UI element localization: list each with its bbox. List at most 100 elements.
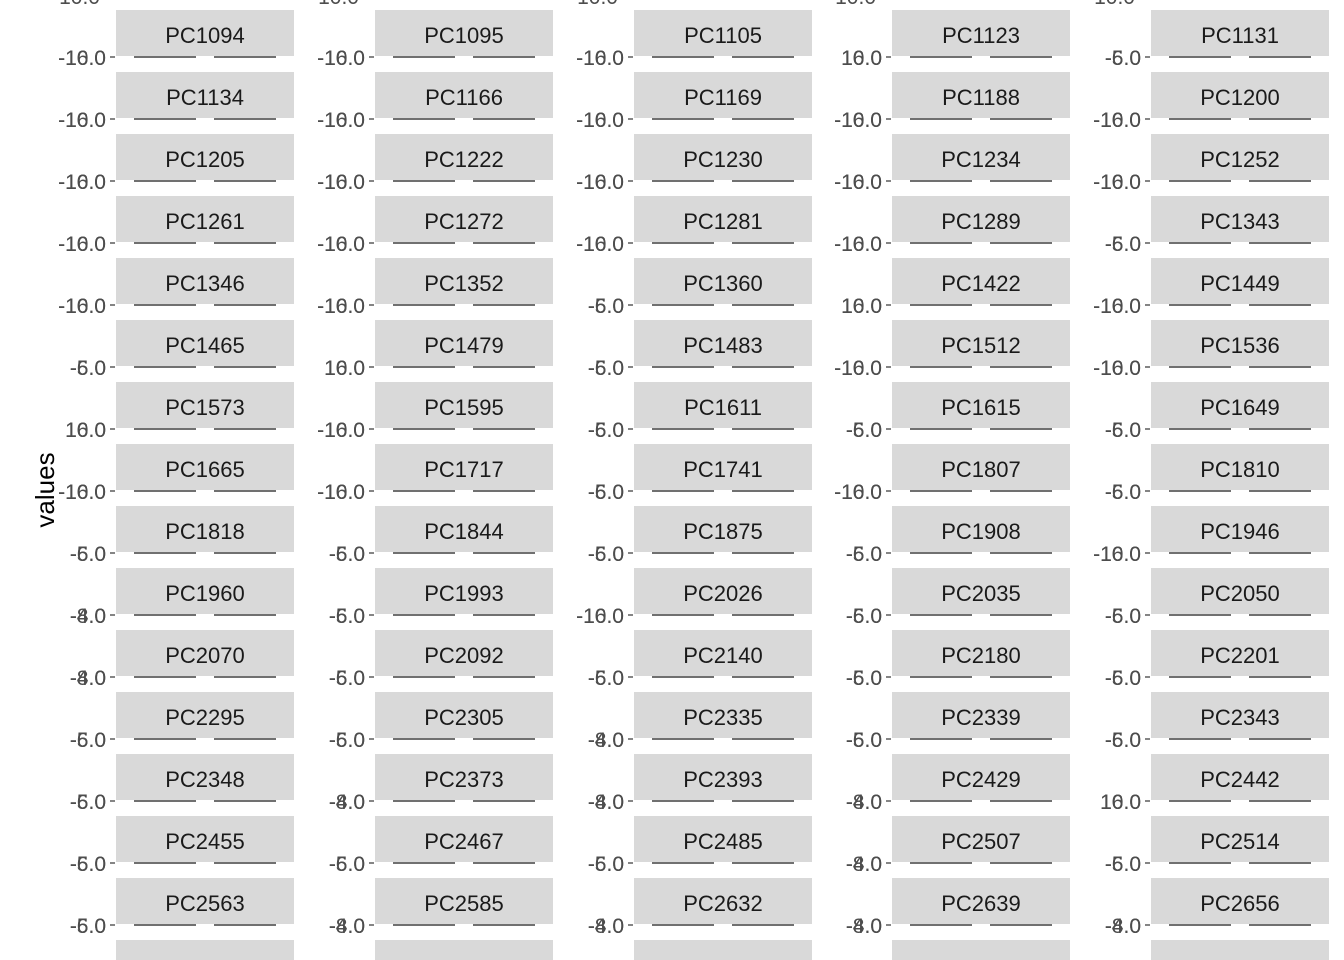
y-tick-label: -10.0 [317, 171, 365, 194]
facet-panel: PC1807-16.0-10.0 [834, 444, 1070, 504]
y-tick-label: -10.0 [576, 109, 624, 132]
facet-panel: PC1449-16.0-10.0 [1093, 258, 1329, 318]
y-tick-label: -10.0 [317, 109, 365, 132]
facet-panel: PC1665-16.0-10.0 [58, 444, 294, 504]
facet-strip-label: PC1908 [941, 519, 1021, 544]
facet-strip-label: PC1188 [942, 85, 1020, 110]
facet-panel: PC1993-6.0-5.0 [329, 568, 553, 628]
y-tick-label: -10.0 [317, 47, 365, 70]
facet-strip-label: PC1205 [165, 147, 245, 172]
y-tick-label: -5.0 [70, 357, 106, 380]
facet-strip-label: PC2514 [1200, 829, 1280, 854]
y-tick-label: -4.0 [846, 853, 882, 876]
facet-strip [634, 940, 812, 960]
facet-strip-label: PC2335 [683, 705, 763, 730]
facet-strip-label: PC2070 [165, 643, 245, 668]
facet-strip-label: PC2442 [1200, 767, 1280, 792]
y-tick-label: -4.0 [588, 729, 624, 752]
y-tick-label: -5.0 [70, 915, 106, 938]
facet-panel: PC1512-16.0-10.0 [834, 320, 1070, 380]
facet-strip-label: PC1360 [683, 271, 763, 296]
y-tick-label: -10.0 [311, 0, 359, 9]
facet-strip-label: PC1289 [941, 209, 1021, 234]
y-tick-label: -10.0 [576, 605, 624, 628]
facet-panel: PC1272-16.0-10.0 [317, 196, 553, 256]
facet-panel: PC1465-6.0-5.0 [70, 320, 294, 380]
facet-panel: PC1169-16.0-10.0 [576, 72, 812, 132]
y-tick-label: -5.0 [329, 729, 365, 752]
facet-strip-label: PC2180 [941, 643, 1021, 668]
facet-strip-label: PC1844 [424, 519, 504, 544]
facet-strip-label: PC1272 [424, 209, 504, 234]
facet-panel: PC1166-16.0-10.0 [317, 72, 553, 132]
facet-panel: PC2335-8.0-4.0 [588, 692, 812, 752]
y-tick-label: -5.0 [1105, 47, 1141, 70]
facet-panel: PC1649-6.0-5.0 [1105, 382, 1329, 442]
facet-panel: PC1615-6.0-5.0 [846, 382, 1070, 442]
y-tick-label: -5.0 [1105, 667, 1141, 690]
facet-panel: PC1222-16.0-10.0 [317, 134, 553, 194]
facet-panel: PC147916.010.0 [324, 320, 553, 380]
facet-panel: PC1134-16.0-10.0 [58, 72, 294, 132]
facet-panel: PC2507-8.0-4.0 [846, 816, 1070, 876]
facet-strip-label: PC2348 [165, 767, 245, 792]
facet-strip-label: PC1741 [683, 457, 763, 482]
facet-strip-label: PC2050 [1200, 581, 1280, 606]
y-tick-label: -10.0 [1093, 171, 1141, 194]
facet-strip-label: PC1169 [684, 85, 762, 110]
y-tick-label: -5.0 [1105, 419, 1141, 442]
facet-panel: PC2393-8.0-4.0 [588, 754, 812, 814]
y-tick-label: -5.0 [70, 853, 106, 876]
facet-panel: PC1875-6.0-5.0 [588, 506, 812, 566]
facet-panel: PC1536-16.0-10.0 [1093, 320, 1329, 380]
y-tick-label: -5.0 [588, 295, 624, 318]
facet-panel: PC1346-16.0-10.0 [58, 258, 294, 318]
facet-strip-label: PC1960 [165, 581, 245, 606]
facet-strip [116, 940, 294, 960]
y-tick-label: -5.0 [846, 605, 882, 628]
y-tick-label: -4.0 [1105, 915, 1141, 938]
facet-strip-label: PC1261 [165, 209, 245, 234]
y-tick-label: -5.0 [846, 419, 882, 442]
facet-panel: PC2339-6.0-5.0 [846, 692, 1070, 752]
y-tick-label: -4.0 [329, 915, 365, 938]
facet-strip-label: PC1222 [424, 147, 504, 172]
facet-strip-label: PC1573 [165, 395, 245, 420]
facet-panel: PC1234-16.0-10.0 [834, 134, 1070, 194]
facet-strip-label: PC1615 [941, 395, 1021, 420]
facet-panel: PC1946-16.0-10.0 [1093, 506, 1329, 566]
y-tick-label: -4.0 [588, 791, 624, 814]
y-tick-label: -5.0 [1105, 481, 1141, 504]
y-tick-label: -5.0 [329, 853, 365, 876]
facet-panel: PC2632-8.0-4.0 [588, 878, 812, 938]
y-tick-label: -10.0 [58, 47, 106, 70]
facet-grid-plot: -10.0-10.0-10.010.0-10.0PC1094-16.0-10.0… [52, 0, 1329, 960]
facet-strip [892, 940, 1070, 960]
facet-strip-label: PC1818 [165, 519, 245, 544]
y-tick-label: -10.0 [58, 481, 106, 504]
y-tick-label: 10.0 [1100, 791, 1141, 814]
facet-panel: PC2373-8.0-4.0 [329, 754, 553, 814]
facet-strip-label: PC2429 [941, 767, 1021, 792]
y-tick-label: -5.0 [846, 543, 882, 566]
y-tick-label: -10.0 [1093, 543, 1141, 566]
y-tick-label: -5.0 [846, 667, 882, 690]
facet-panel: PC1094-16.0-10.0 [58, 10, 294, 70]
y-tick-label: -5.0 [70, 791, 106, 814]
facet-panel: PC142216.010.0 [841, 258, 1070, 318]
facet-strip-label: PC1946 [1200, 519, 1280, 544]
y-tick-label: -5.0 [329, 543, 365, 566]
y-tick-label: -10.0 [576, 171, 624, 194]
facet-panel: PC157316.010.0 [65, 382, 294, 442]
facet-panel: PC1131-6.0-5.0 [1105, 10, 1329, 70]
y-tick-label: -4.0 [846, 791, 882, 814]
y-tick-label: -5.0 [70, 729, 106, 752]
facet-strip-label: PC1123 [942, 23, 1020, 48]
facet-strip-label: PC2305 [424, 705, 504, 730]
facet-strip-label: PC1449 [1200, 271, 1280, 296]
facet-strip-label: PC1810 [1200, 457, 1280, 482]
facet-panel: PC1818-6.0-5.0 [70, 506, 294, 566]
y-tick-label: -10.0 [58, 295, 106, 318]
facet-strip-label: PC1131 [1201, 23, 1279, 48]
y-tick-label: -5.0 [846, 729, 882, 752]
